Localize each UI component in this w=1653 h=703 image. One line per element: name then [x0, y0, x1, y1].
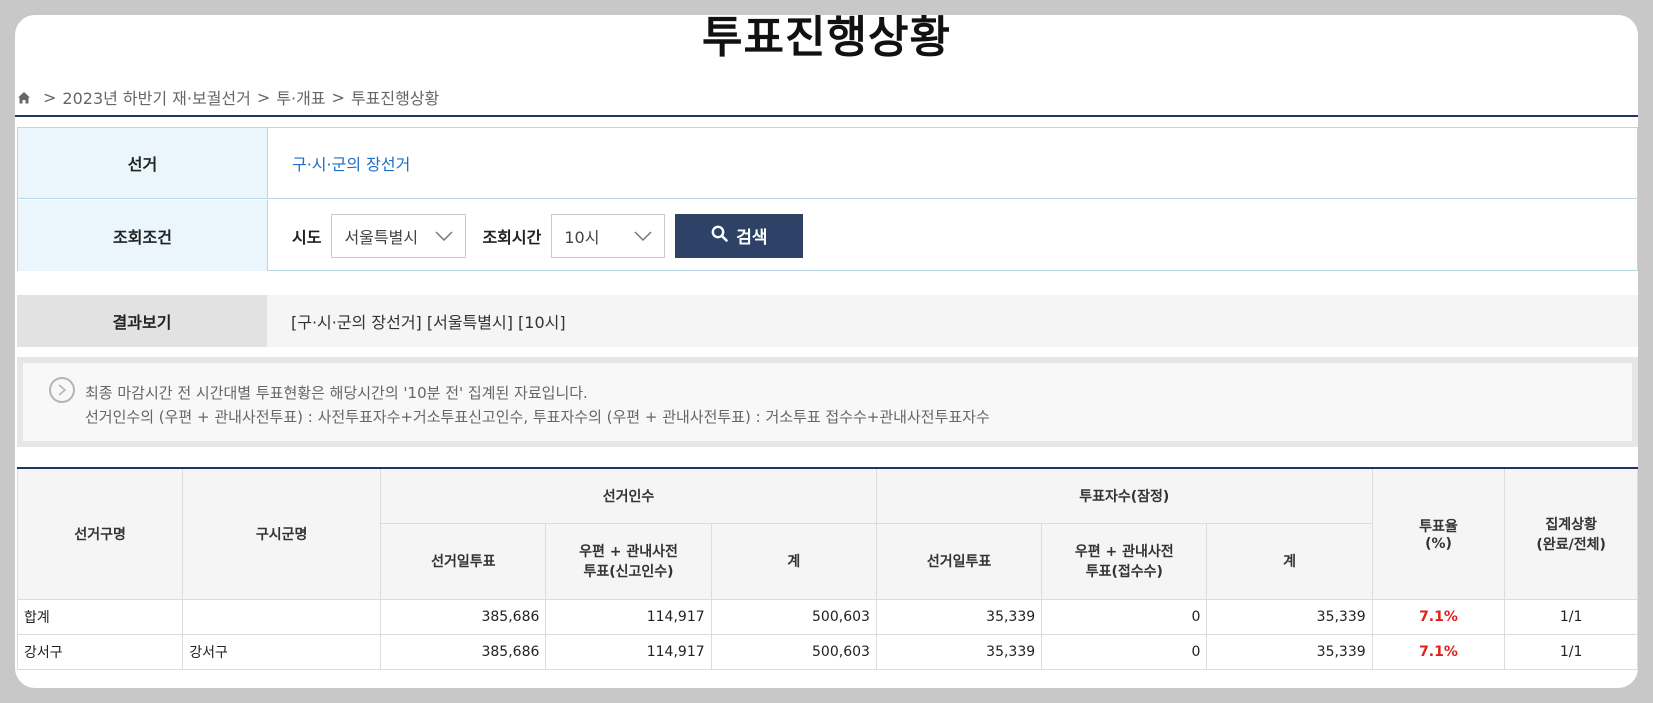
turnout-table: 선거구명 구시군명 선거인수 투표자수(잠정) 투표율 (%) 집계상황 (완료…	[16, 467, 1638, 670]
header-gusigun: 구시군명	[182, 467, 382, 600]
cell-district: 합계	[16, 598, 184, 635]
header-status: 집계상황 (완료/전체)	[1504, 467, 1638, 600]
notice-box: 최종 마감시간 전 시간대별 투표현황은 해당시간의 '10분 전' 집계된 자…	[17, 357, 1638, 447]
cell-voters-eday: 35,339	[875, 633, 1043, 670]
breadcrumb-separator: >	[256, 87, 271, 107]
notice-line-1: 최종 마감시간 전 시간대별 투표현황은 해당시간의 '10분 전' 집계된 자…	[85, 384, 588, 402]
table-row-total: 합계 385,686 114,917 500,603 35,339 0 35,3…	[16, 598, 1638, 635]
breadcrumb-separator: >	[43, 87, 57, 107]
cell-status: 1/1	[1504, 633, 1638, 670]
cell-electors-eday: 385,686	[380, 598, 547, 635]
cell-electors-eday: 385,686	[380, 633, 547, 670]
page-title: 투표진행상황	[702, 15, 951, 63]
query-row: 조회조건 시도 서울특별시 조회시간 10시 검색	[18, 200, 1637, 271]
header-voters-eday: 선거일투표	[875, 522, 1043, 600]
header-voters-total: 계	[1206, 522, 1373, 600]
sido-select-value: 서울특별시	[344, 227, 419, 247]
chevron-down-icon	[634, 226, 652, 245]
cell-district: 강서구	[16, 633, 184, 670]
election-row: 선거 구·시·군의 장선거	[18, 128, 1637, 199]
time-select[interactable]: 10시	[551, 213, 666, 258]
cell-voters-total: 35,339	[1206, 633, 1373, 670]
cell-gusigun	[182, 598, 382, 635]
page-container: 투표진행상황 > 2023년 하반기 재·보궐선거 > 투·개표 > 투표진행상…	[15, 15, 1638, 688]
header-electors-eday: 선거일투표	[380, 522, 547, 600]
cell-voters-total: 35,339	[1206, 598, 1373, 635]
breadcrumb-item-election[interactable]: 2023년 하반기 재·보궐선거	[62, 85, 250, 109]
cell-rate: 7.1%	[1371, 633, 1506, 670]
time-label: 조회시간	[482, 227, 542, 247]
header-rate: 투표율 (%)	[1371, 467, 1506, 600]
search-conditions-panel: 선거 구·시·군의 장선거 조회조건 시도 서울특별시 조회시간 10시 검색	[17, 127, 1638, 271]
cell-electors-total: 500,603	[710, 598, 877, 635]
sido-select[interactable]: 서울특별시	[331, 213, 467, 258]
election-type-link[interactable]: 구·시·군의 장선거	[292, 151, 410, 175]
result-value: [구·시·군의 장선거] [서울특별시] [10시]	[291, 313, 566, 332]
cell-status: 1/1	[1504, 598, 1638, 635]
breadcrumb: > 2023년 하반기 재·보궐선거 > 투·개표 > 투표진행상황	[17, 85, 439, 109]
time-select-value: 10시	[564, 227, 600, 247]
cell-gusigun: 강서구	[182, 633, 382, 670]
header-voters-mail: 우편 + 관내사전 투표(접수수)	[1041, 522, 1208, 600]
chevron-right-circle-icon	[49, 377, 75, 403]
cell-voters-mail: 0	[1041, 598, 1208, 635]
header-voters: 투표자수(잠정)	[875, 467, 1373, 524]
header-district: 선거구명	[16, 467, 184, 600]
sido-label: 시도	[292, 227, 322, 247]
header-electors-total: 계	[710, 522, 877, 600]
cell-electors-total: 500,603	[710, 633, 877, 670]
title-divider	[15, 115, 1638, 117]
header-electors-mail: 우편 + 관내사전 투표(신고인수)	[545, 522, 712, 600]
breadcrumb-separator: >	[331, 87, 345, 107]
breadcrumb-item-current[interactable]: 투표진행상황	[351, 85, 439, 109]
result-summary: 결과보기 [구·시·군의 장선거] [서울특별시] [10시]	[17, 295, 1638, 347]
search-button-label: 검색	[736, 228, 768, 248]
search-icon	[711, 225, 729, 247]
query-label: 조회조건	[18, 200, 268, 271]
chevron-down-icon	[435, 226, 453, 245]
cell-voters-mail: 0	[1041, 633, 1208, 670]
search-button[interactable]: 검색	[675, 213, 804, 258]
election-label: 선거	[18, 128, 268, 198]
cell-voters-eday: 35,339	[875, 598, 1043, 635]
result-label: 결과보기	[17, 295, 267, 347]
cell-electors-mail: 114,917	[545, 598, 712, 635]
cell-rate: 7.1%	[1371, 598, 1506, 635]
breadcrumb-item-vote-count[interactable]: 투·개표	[276, 85, 325, 109]
cell-electors-mail: 114,917	[545, 633, 712, 670]
home-icon[interactable]	[17, 90, 31, 104]
header-electors: 선거인수	[380, 467, 877, 524]
notice-line-2: 선거인수의 (우편 + 관내사전투표) : 사전투표자수+거소투표신고인수, 투…	[85, 408, 990, 426]
table-row: 강서구 강서구 385,686 114,917 500,603 35,339 0…	[16, 633, 1638, 670]
